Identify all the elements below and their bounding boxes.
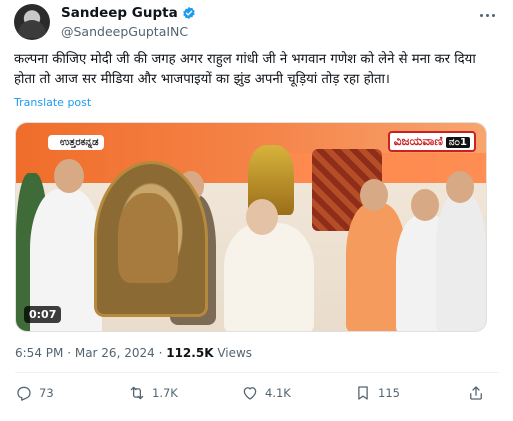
post-date[interactable]: Mar 26, 2024 [75,346,155,360]
verified-icon [182,6,195,20]
like-icon [243,387,257,400]
post-text: कल्पना कीजिए मोदी जी की जगह अगर राहुल गा… [14,52,476,87]
translate-link[interactable]: Translate post [14,96,91,109]
avatar[interactable] [14,4,50,40]
like-count: 4.1K [265,386,291,400]
video-person [436,193,486,331]
channel-label: ವಿಜಯವಾಣಿ [393,134,443,148]
share-button[interactable] [467,384,485,402]
reply-button[interactable]: 73 [15,384,54,402]
action-bar: 73 1.7K 4.1K 115 [15,384,499,408]
meta-separator: · [67,346,72,360]
video-person [224,223,314,331]
views-count: 112.5K [166,346,214,360]
video-person-head [360,179,388,211]
reply-count: 73 [39,386,54,400]
author-name[interactable]: Sandeep Gupta [61,5,178,21]
bookmark-icon [358,386,368,400]
location-badge: ಉತ್ತರಕನ್ನಡ [48,135,105,150]
like-button[interactable]: 4.1K [241,384,291,402]
post-meta: 6:54 PM · Mar 26, 2024 · 112.5K Views [15,346,252,360]
ganesha-idol [118,193,178,283]
meta-separator: · [158,346,163,360]
video-duration: 0:07 [24,306,62,323]
repost-count: 1.7K [152,386,178,400]
repost-icon [130,386,144,400]
author-handle[interactable]: @SandeepGuptaINC [61,24,188,39]
video-player[interactable]: ಉತ್ತರಕನ್ನಡ ವಿಜಯವಾಣಿ ನ೦1 0:07 [15,122,487,332]
share-icon [470,386,482,400]
repost-button[interactable]: 1.7K [128,384,178,402]
more-icon[interactable] [477,8,497,22]
views-button[interactable]: 115 [354,384,400,402]
channel-logo: ವಿಜಯವಾಣಿ ನ೦1 [387,131,476,152]
video-person-head [446,171,474,203]
reply-icon [17,386,31,401]
author-name-row[interactable]: Sandeep Gupta [61,5,196,21]
views-label: Views [217,346,253,360]
divider [15,372,499,373]
video-person-head [246,199,278,235]
bookmark-count: 115 [378,386,400,400]
video-person-head [411,189,439,221]
channel-number: ನ೦1 [445,137,470,148]
post-time[interactable]: 6:54 PM [15,346,63,360]
video-person-head [54,159,84,193]
